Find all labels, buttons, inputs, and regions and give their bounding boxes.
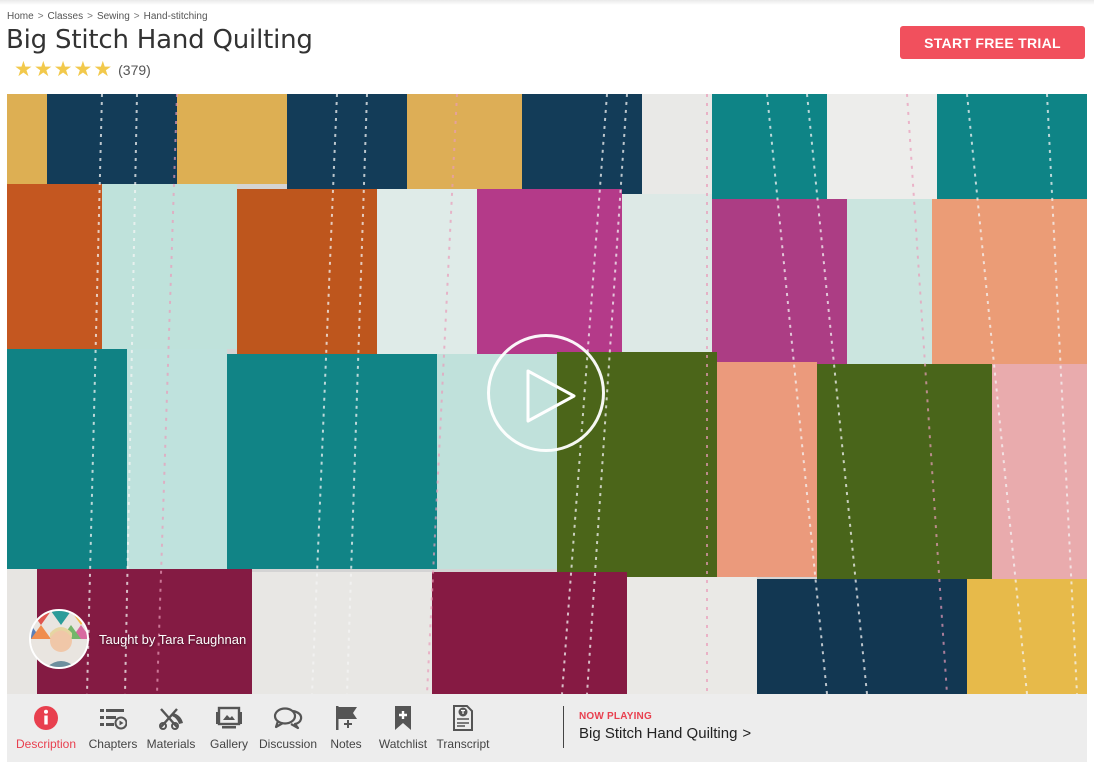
tab-label: Materials [146, 737, 196, 751]
star-icon: ★ [14, 58, 33, 81]
transcript-icon [448, 705, 478, 731]
gallery-icon [214, 705, 244, 731]
tab-label: Chapters [88, 737, 138, 751]
breadcrumb-separator: > [87, 11, 93, 22]
instructor-label: Taught by Tara Faughnan [99, 631, 247, 647]
breadcrumb-separator: > [133, 11, 140, 22]
tab-label: Watchlist [378, 737, 428, 751]
chevron-right-icon: > [742, 725, 752, 742]
rating-count[interactable]: (379) [118, 62, 151, 78]
discussion-icon [273, 705, 303, 731]
star-icon: ★ [33, 58, 53, 81]
tab-description[interactable]: Description [7, 694, 85, 762]
tab-label: Discussion [258, 737, 318, 751]
tab-label: Gallery [209, 737, 248, 751]
star-icon: ★ [73, 58, 93, 81]
rating-stars: ★ ★ ★ ★ ★ [14, 58, 113, 81]
now-playing-label: NOW PLAYING [579, 711, 652, 722]
tab-materials[interactable]: Materials [141, 694, 201, 762]
now-playing-title: Big Stitch Hand Quilting [579, 725, 738, 742]
now-playing[interactable]: NOW PLAYING Big Stitch Hand Quilting > [579, 711, 751, 742]
tab-watchlist[interactable]: Watchlist [373, 694, 433, 762]
rating[interactable]: ★ ★ ★ ★ ★ (379) [14, 58, 151, 81]
breadcrumb-home[interactable]: Home [7, 11, 34, 22]
class-toolbar: Description Chapters Materials Gallery D… [7, 694, 1087, 762]
page-title: Big Stitch Hand Quilting [6, 25, 313, 55]
tab-chapters[interactable]: Chapters [85, 694, 141, 762]
play-button[interactable] [487, 334, 605, 452]
tab-label: Notes [330, 737, 362, 751]
tab-gallery[interactable]: Gallery [201, 694, 257, 762]
info-icon [31, 705, 61, 731]
play-icon [526, 369, 576, 423]
tab-label: Description [15, 737, 77, 751]
tab-transcript[interactable]: Transcript [433, 694, 493, 762]
star-icon: ★ [93, 58, 113, 81]
breadcrumb: Home > Classes > Sewing > Hand-stitching [7, 11, 208, 22]
instructor-badge[interactable]: Taught by Tara Faughnan [29, 609, 246, 669]
start-free-trial-button[interactable]: START FREE TRIAL [900, 26, 1085, 59]
breadcrumb-sewing[interactable]: Sewing [97, 11, 130, 22]
top-shadow [0, 0, 1094, 5]
toolbar-tabs: Description Chapters Materials Gallery D… [7, 694, 493, 762]
breadcrumb-hand-stitching[interactable]: Hand-stitching [144, 11, 208, 22]
tab-notes[interactable]: Notes [319, 694, 373, 762]
chapters-icon [98, 705, 128, 731]
watchlist-icon [388, 705, 418, 731]
avatar [29, 609, 89, 669]
breadcrumb-classes[interactable]: Classes [48, 11, 84, 22]
notes-icon [331, 705, 361, 731]
materials-icon [156, 705, 186, 731]
star-icon: ★ [53, 58, 73, 81]
toolbar-divider [563, 706, 564, 748]
video-player[interactable]: Taught by Tara Faughnan [7, 94, 1087, 694]
tab-label: Transcript [436, 737, 490, 751]
breadcrumb-separator: > [37, 11, 44, 22]
now-playing-title-row[interactable]: Big Stitch Hand Quilting > [579, 725, 751, 742]
tab-discussion[interactable]: Discussion [257, 694, 319, 762]
